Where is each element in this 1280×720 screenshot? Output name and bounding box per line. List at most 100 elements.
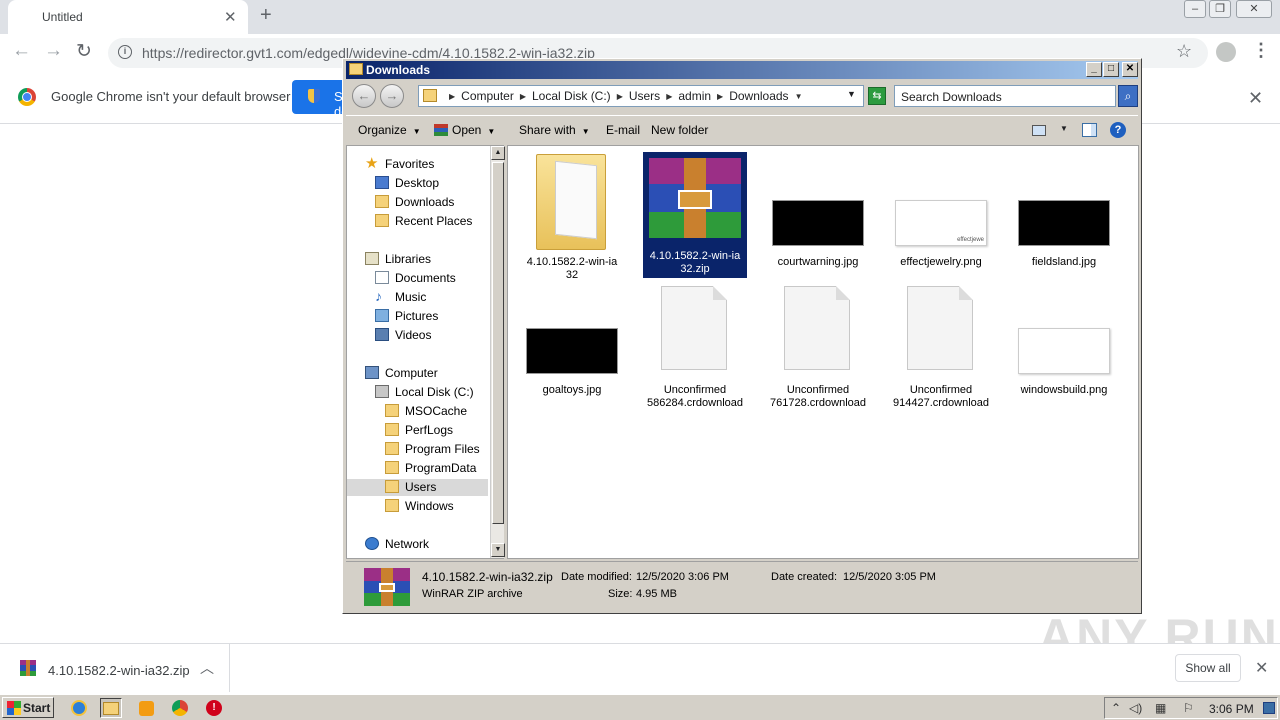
breadcrumb-separator-icon[interactable]: ▶	[717, 89, 723, 104]
change-view-icon[interactable]	[1032, 125, 1046, 136]
nav-videos[interactable]: Videos	[375, 327, 485, 344]
preview-pane-icon[interactable]	[1082, 123, 1097, 137]
open-button[interactable]: Open ▼	[434, 123, 495, 137]
window-minimize-icon[interactable]: _	[1086, 62, 1102, 77]
refresh-icon[interactable]: ⇆	[868, 87, 886, 105]
details-pane: 4.10.1582.2-win-ia32.zip WinRAR ZIP arch…	[346, 561, 1138, 611]
folder-icon	[423, 89, 437, 102]
browser-tab[interactable]: Untitled ✕	[8, 0, 248, 34]
info-icon[interactable]: i	[118, 45, 132, 59]
explorer-titlebar[interactable]: Downloads _ □ ✕	[346, 61, 1138, 79]
help-icon[interactable]: ?	[1110, 122, 1126, 138]
uac-shield-icon	[308, 89, 320, 103]
internet-explorer-icon[interactable]	[68, 698, 90, 718]
share-with-button[interactable]: Share with ▼	[519, 123, 590, 137]
chrome-taskbar-icon[interactable]	[169, 698, 191, 718]
file-item-image[interactable]: fieldsland.jpg	[1012, 152, 1116, 278]
file-item-folder[interactable]: 4.10.1582.2-win-ia 32	[520, 152, 624, 281]
breadcrumb-separator-icon[interactable]: ▶	[666, 89, 672, 104]
profile-avatar-icon[interactable]	[1216, 42, 1236, 62]
nav-msocache[interactable]: MSOCache	[385, 403, 485, 420]
reload-icon[interactable]: ↻	[76, 40, 92, 63]
restore-icon[interactable]: ❐	[1209, 0, 1231, 18]
action-center-flag-icon[interactable]: ⚐	[1183, 701, 1194, 715]
file-item-image[interactable]: effectjewe effectjewelry.png	[889, 152, 993, 278]
new-tab-icon[interactable]: +	[260, 4, 272, 27]
download-item[interactable]: 4.10.1582.2-win-ia32.zip ︿	[0, 644, 230, 692]
file-name: windowsbuild.png	[1020, 384, 1108, 396]
show-all-button[interactable]: Show all	[1175, 654, 1241, 682]
minimize-icon[interactable]: –	[1184, 0, 1206, 18]
file-item-image[interactable]: courtwarning.jpg	[766, 152, 870, 278]
stop-icon[interactable]: !	[203, 698, 225, 718]
nav-network[interactable]: Network	[365, 536, 485, 553]
file-item-zip-selected[interactable]: 4.10.1582.2-win-ia 32.zip	[643, 152, 747, 278]
breadcrumb-admin[interactable]: admin	[678, 89, 711, 104]
breadcrumb-separator-icon[interactable]: ▼	[795, 89, 803, 104]
file-item-crdownload[interactable]: Unconfirmed 586284.crdownload	[643, 282, 747, 409]
nav-program-files[interactable]: Program Files	[385, 441, 485, 458]
forward-icon[interactable]: →	[44, 40, 63, 62]
nav-pictures[interactable]: Pictures	[375, 308, 485, 325]
close-window-icon[interactable]: ✕	[1236, 0, 1272, 18]
forward-icon[interactable]: →	[380, 84, 404, 108]
nav-programdata[interactable]: ProgramData	[385, 460, 485, 477]
show-desktop-icon[interactable]	[1263, 702, 1275, 714]
chevron-down-icon[interactable]: ▼	[1060, 124, 1068, 133]
breadcrumb-local-disk[interactable]: Local Disk (C:)	[532, 89, 611, 104]
search-icon[interactable]: ⌕	[1118, 85, 1138, 107]
chrome-menu-icon[interactable]: ⋮	[1252, 40, 1270, 61]
volume-icon[interactable]: ◁)	[1129, 701, 1142, 715]
nav-scrollbar[interactable]: ▲ ▼	[490, 146, 505, 558]
breadcrumb-separator-icon[interactable]: ▶	[617, 89, 623, 104]
show-hidden-icons-icon[interactable]: ⌃	[1111, 701, 1121, 715]
nav-local-disk[interactable]: Local Disk (C:)	[375, 384, 485, 401]
nav-downloads[interactable]: Downloads	[375, 194, 485, 211]
breadcrumb-separator-icon[interactable]: ▶	[520, 89, 526, 104]
infobar-message: Google Chrome isn't your default browser	[51, 89, 291, 104]
clock[interactable]: 3:06 PM	[1209, 702, 1254, 716]
nav-favorites[interactable]: ★ Favorites	[365, 156, 485, 173]
nav-recent-places[interactable]: Recent Places	[375, 213, 485, 230]
image-thumbnail	[772, 200, 864, 246]
breadcrumb[interactable]: ▶ Computer ▶ Local Disk (C:) ▶ Users ▶ a…	[418, 85, 864, 107]
tab-close-icon[interactable]: ✕	[224, 8, 237, 26]
breadcrumb-computer[interactable]: Computer	[461, 89, 514, 104]
file-item-crdownload[interactable]: Unconfirmed 914427.crdownload	[889, 282, 993, 409]
bookmark-star-icon[interactable]: ☆	[1176, 41, 1192, 62]
windows-explorer-icon[interactable]	[100, 698, 122, 718]
email-button[interactable]: E-mail	[606, 123, 640, 137]
scroll-down-icon[interactable]: ▼	[491, 543, 505, 557]
network-status-icon[interactable]: ▦	[1155, 701, 1166, 715]
download-shelf-close-icon[interactable]: ✕	[1255, 658, 1268, 678]
window-maximize-icon[interactable]: □	[1103, 62, 1119, 77]
file-item-image[interactable]: goaltoys.jpg	[520, 282, 624, 408]
nav-music[interactable]: ♪ Music	[375, 289, 485, 306]
breadcrumb-separator-icon[interactable]: ▶	[449, 89, 455, 104]
nav-perflogs[interactable]: PerfLogs	[385, 422, 485, 439]
file-item-crdownload[interactable]: Unconfirmed 761728.crdownload	[766, 282, 870, 409]
search-input[interactable]: Search Downloads	[894, 85, 1116, 107]
infobar-close-icon[interactable]: ✕	[1248, 88, 1263, 109]
breadcrumb-users[interactable]: Users	[629, 89, 660, 104]
nav-windows[interactable]: Windows	[385, 498, 485, 515]
organize-button[interactable]: Organize ▼	[358, 123, 421, 137]
nav-documents[interactable]: Documents	[375, 270, 485, 287]
window-close-icon[interactable]: ✕	[1122, 62, 1138, 77]
file-item-image[interactable]: windowsbuild.png	[1012, 282, 1116, 408]
media-player-icon[interactable]	[135, 698, 157, 718]
size-value: 4.95 MB	[636, 588, 677, 600]
nav-users[interactable]: Users	[347, 479, 488, 496]
back-icon[interactable]: ←	[12, 40, 31, 62]
back-icon[interactable]: ←	[352, 84, 376, 108]
new-folder-button[interactable]: New folder	[651, 123, 708, 137]
scroll-up-icon[interactable]: ▲	[491, 146, 505, 160]
chevron-up-icon[interactable]: ︿	[200, 658, 214, 678]
nav-libraries[interactable]: Libraries	[365, 251, 485, 268]
scroll-thumb[interactable]	[492, 162, 504, 524]
address-history-dropdown-icon[interactable]: ▼	[847, 89, 856, 99]
start-button[interactable]: Start	[2, 697, 54, 718]
nav-computer[interactable]: Computer	[365, 365, 485, 382]
nav-desktop[interactable]: Desktop	[375, 175, 485, 192]
breadcrumb-downloads[interactable]: Downloads	[729, 89, 788, 104]
